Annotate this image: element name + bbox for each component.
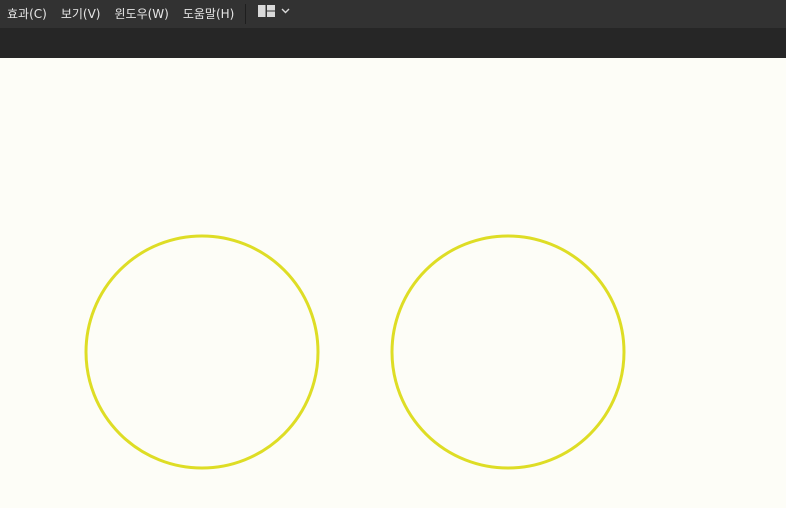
- canvas-artwork: [84, 234, 626, 470]
- workspace-layout-icon: [258, 2, 276, 21]
- circle-right[interactable]: [390, 234, 626, 470]
- menu-view[interactable]: 보기(V): [54, 0, 108, 28]
- circle-left[interactable]: [84, 234, 320, 470]
- menu-window[interactable]: 윈도우(W): [107, 0, 175, 28]
- options-toolbar: [0, 28, 786, 58]
- menu-help[interactable]: 도움말(H): [176, 0, 242, 28]
- menu-effects[interactable]: 효과(C): [0, 0, 54, 28]
- chevron-down-icon: [281, 8, 290, 14]
- canvas-area[interactable]: [0, 58, 786, 508]
- menu-separator: [245, 4, 247, 24]
- workspace-switcher-button[interactable]: [256, 0, 292, 25]
- menu-bar: 효과(C) 보기(V) 윈도우(W) 도움말(H): [0, 0, 786, 28]
